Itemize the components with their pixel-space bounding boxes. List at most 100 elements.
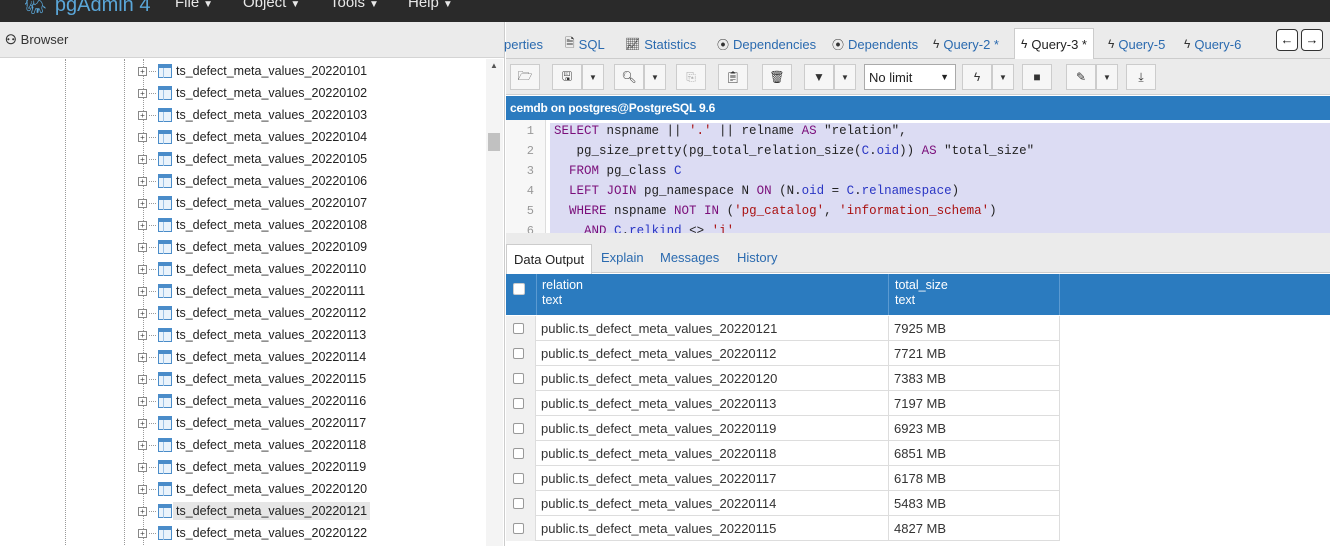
expand-icon[interactable]: + [138,176,147,186]
table-row[interactable]: public.ts_defect_meta_values_20220112 772… [506,341,1060,366]
expand-icon[interactable]: + [138,440,147,450]
expand-icon[interactable]: + [138,528,147,538]
edit-button[interactable]: ✎ [1066,64,1096,90]
expand-icon[interactable]: + [138,110,147,120]
expand-icon[interactable]: + [138,506,147,516]
copy-button[interactable]: ⎘ [676,64,706,90]
expand-icon[interactable]: + [138,198,147,208]
row-checkbox[interactable] [513,398,524,409]
save-dropdown-button[interactable]: ▼ [582,64,604,90]
tab-scroll-left-button[interactable]: ← [1276,29,1298,51]
cell-relation[interactable]: public.ts_defect_meta_values_20220115 [541,521,776,536]
tree-item[interactable]: + ts_defect_meta_values_20220117 [138,412,366,434]
find-button[interactable]: 🔍︎ [614,64,644,90]
cell-relation[interactable]: public.ts_defect_meta_values_20220120 [541,371,777,386]
execute-dropdown-button[interactable]: ▼ [992,64,1014,90]
tree-item[interactable]: + ts_defect_meta_values_20220115 [138,368,366,390]
tree-item[interactable]: + ts_defect_meta_values_20220116 [138,390,366,412]
tree-item[interactable]: + ts_defect_meta_values_20220112 [138,302,366,324]
expand-icon[interactable]: + [138,418,147,428]
cell-total-size[interactable]: 6178 MB [894,471,946,486]
tree-item[interactable]: + ts_defect_meta_values_20220106 [138,170,367,192]
expand-icon[interactable]: + [138,264,147,274]
row-checkbox[interactable] [513,348,524,359]
cell-relation[interactable]: public.ts_defect_meta_values_20220121 [541,321,777,336]
expand-icon[interactable]: + [138,396,147,406]
filter-button[interactable]: ▼ [804,64,834,90]
row-checkbox[interactable] [513,523,524,534]
row-checkbox[interactable] [513,473,524,484]
tab-scroll-right-button[interactable]: → [1301,29,1323,51]
tab-history[interactable]: History [737,250,777,265]
tree-item[interactable]: + ts_defect_meta_values_20220101 [138,60,367,82]
tree-item[interactable]: + ts_defect_meta_values_20220110 [138,258,366,280]
scrollbar-thumb[interactable] [488,133,500,151]
tree-item[interactable]: + ts_defect_meta_values_20220121 [138,500,371,522]
tab-properties[interactable]: perties [504,31,543,57]
edit-dropdown-button[interactable]: ▼ [1096,64,1118,90]
sql-editor[interactable]: 1 2 3 4 5 6 SELECT nspname || '.' || rel… [506,120,1330,233]
tree-item[interactable]: + ts_defect_meta_values_20220104 [138,126,367,148]
tab-query-2[interactable]: ϟ Query-2 * [933,31,999,57]
find-dropdown-button[interactable]: ▼ [644,64,666,90]
tree-item[interactable]: + ts_defect_meta_values_20220108 [138,214,367,236]
menu-help[interactable]: Help ▼ [408,0,453,11]
stop-button[interactable]: ■ [1022,64,1052,90]
cell-total-size[interactable]: 7383 MB [894,371,946,386]
tab-explain[interactable]: Explain [601,250,644,265]
tree-item[interactable]: + ts_defect_meta_values_20220119 [138,456,366,478]
cell-relation[interactable]: public.ts_defect_meta_values_20220113 [541,396,776,411]
tab-query-3[interactable]: ϟ Query-3 * [1014,28,1094,59]
cell-relation[interactable]: public.ts_defect_meta_values_20220118 [541,446,776,461]
expand-icon[interactable]: + [138,88,147,98]
expand-icon[interactable]: + [138,154,147,164]
cell-total-size[interactable]: 7197 MB [894,396,946,411]
expand-icon[interactable]: + [138,352,147,362]
column-header-total-size[interactable]: total_size text [895,278,948,308]
expand-icon[interactable]: + [138,220,147,230]
menu-tools[interactable]: Tools ▼ [330,0,379,11]
expand-icon[interactable]: + [138,484,147,494]
column-header-relation[interactable]: relation text [542,278,583,308]
tree-item[interactable]: + ts_defect_meta_values_20220113 [138,324,366,346]
expand-icon[interactable]: + [138,462,147,472]
table-row[interactable]: public.ts_defect_meta_values_20220113 719… [506,391,1060,416]
execute-button[interactable]: ϟ [962,64,992,90]
table-row[interactable]: public.ts_defect_meta_values_20220115 482… [506,516,1060,541]
cell-total-size[interactable]: 6923 MB [894,421,946,436]
select-all-checkbox[interactable] [513,283,525,295]
expand-icon[interactable]: + [138,374,147,384]
row-checkbox[interactable] [513,423,524,434]
scroll-up-icon[interactable]: ▲ [490,61,498,70]
table-row[interactable]: public.ts_defect_meta_values_20220117 617… [506,466,1060,491]
tab-data-output[interactable]: Data Output [506,244,593,274]
cell-relation[interactable]: public.ts_defect_meta_values_20220112 [541,346,776,361]
cell-total-size[interactable]: 5483 MB [894,496,946,511]
expand-icon[interactable]: + [138,132,147,142]
tree-item[interactable]: + ts_defect_meta_values_20220114 [138,346,366,368]
cell-relation[interactable]: public.ts_defect_meta_values_20220114 [541,496,776,511]
tab-statistics[interactable]: 📈︎ Statistics [625,31,696,57]
tree-item[interactable]: + ts_defect_meta_values_20220118 [138,434,366,456]
tree-item[interactable]: + ts_defect_meta_values_20220122 [138,522,367,544]
delete-button[interactable]: 🗑︎ [762,64,792,90]
open-file-button[interactable]: 🗁︎ [510,64,540,90]
expand-icon[interactable]: + [138,286,147,296]
row-limit-select[interactable]: No limit ▼ [864,64,956,90]
tab-dependents[interactable]: ⦿ Dependents [832,31,918,57]
table-row[interactable]: public.ts_defect_meta_values_20220118 685… [506,441,1060,466]
tree-item[interactable]: + ts_defect_meta_values_20220103 [138,104,367,126]
table-row[interactable]: public.ts_defect_meta_values_20220120 738… [506,366,1060,391]
filter-dropdown-button[interactable]: ▼ [834,64,856,90]
tree-item[interactable]: + ts_defect_meta_values_20220109 [138,236,367,258]
cell-total-size[interactable]: 7925 MB [894,321,946,336]
paste-button[interactable]: 📋︎ [718,64,748,90]
expand-icon[interactable]: + [138,66,147,76]
cell-total-size[interactable]: 4827 MB [894,521,946,536]
row-checkbox[interactable] [513,498,524,509]
tab-query-5[interactable]: ϟ Query-5 [1108,31,1165,57]
tab-sql[interactable]: 🗎︎ SQL [565,31,605,57]
tab-messages[interactable]: Messages [660,250,719,265]
table-row[interactable]: public.ts_defect_meta_values_20220119 692… [506,416,1060,441]
expand-icon[interactable]: + [138,330,147,340]
